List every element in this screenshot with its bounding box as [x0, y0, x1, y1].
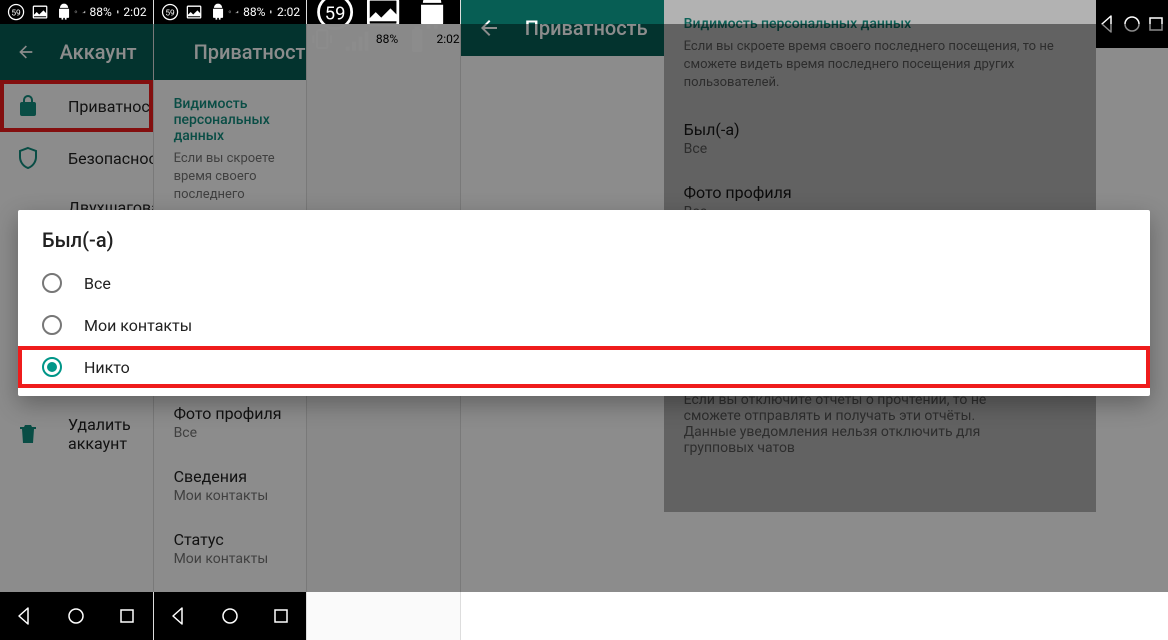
radio-option-contacts[interactable]: Мои контакты [18, 304, 1150, 346]
nav-back[interactable] [167, 604, 191, 628]
signal-icon [82, 10, 86, 14]
radio-icon-selected [42, 357, 62, 377]
notif-icon: 59 [6, 2, 26, 22]
image-icon [30, 2, 50, 22]
status-bar: 59 88% 2:02 [154, 0, 307, 24]
nav-home[interactable] [218, 604, 242, 628]
radio-icon [42, 273, 62, 293]
image-icon [184, 2, 204, 22]
battery-icon [269, 10, 273, 14]
dialog-title: Был(-а) [18, 228, 1150, 262]
android-icon [54, 2, 74, 22]
vibrate-icon [74, 10, 78, 14]
battery-icon [116, 10, 120, 14]
battery-text: 88% [243, 5, 265, 19]
last-seen-dialog: Был(-а) Все Мои контакты Никто [18, 210, 1150, 396]
time-text: 2:02 [123, 5, 146, 19]
nav-back[interactable] [13, 604, 37, 628]
time-text: 2:02 [277, 5, 300, 19]
radio-label: Никто [84, 358, 130, 377]
signal-icon [235, 10, 239, 14]
nav-home[interactable] [64, 604, 88, 628]
nav-recent[interactable] [269, 604, 293, 628]
radio-label: Мои контакты [84, 316, 192, 335]
svg-text:59: 59 [11, 8, 21, 18]
nav-recent[interactable] [115, 604, 139, 628]
radio-icon [42, 315, 62, 335]
android-icon [208, 2, 228, 22]
radio-label: Все [84, 274, 111, 293]
status-bar: 59 [307, 0, 460, 24]
svg-text:59: 59 [165, 8, 175, 18]
nav-bar [154, 592, 307, 640]
radio-option-nobody[interactable]: Никто [18, 346, 1150, 388]
battery-text: 88% [90, 5, 112, 19]
radio-option-everyone[interactable]: Все [18, 262, 1150, 304]
vibrate-icon [228, 10, 232, 14]
notif-icon: 59 [160, 2, 180, 22]
nav-bar [0, 592, 153, 640]
svg-text:59: 59 [325, 3, 346, 24]
status-bar: 59 88% 2:02 [0, 0, 153, 24]
